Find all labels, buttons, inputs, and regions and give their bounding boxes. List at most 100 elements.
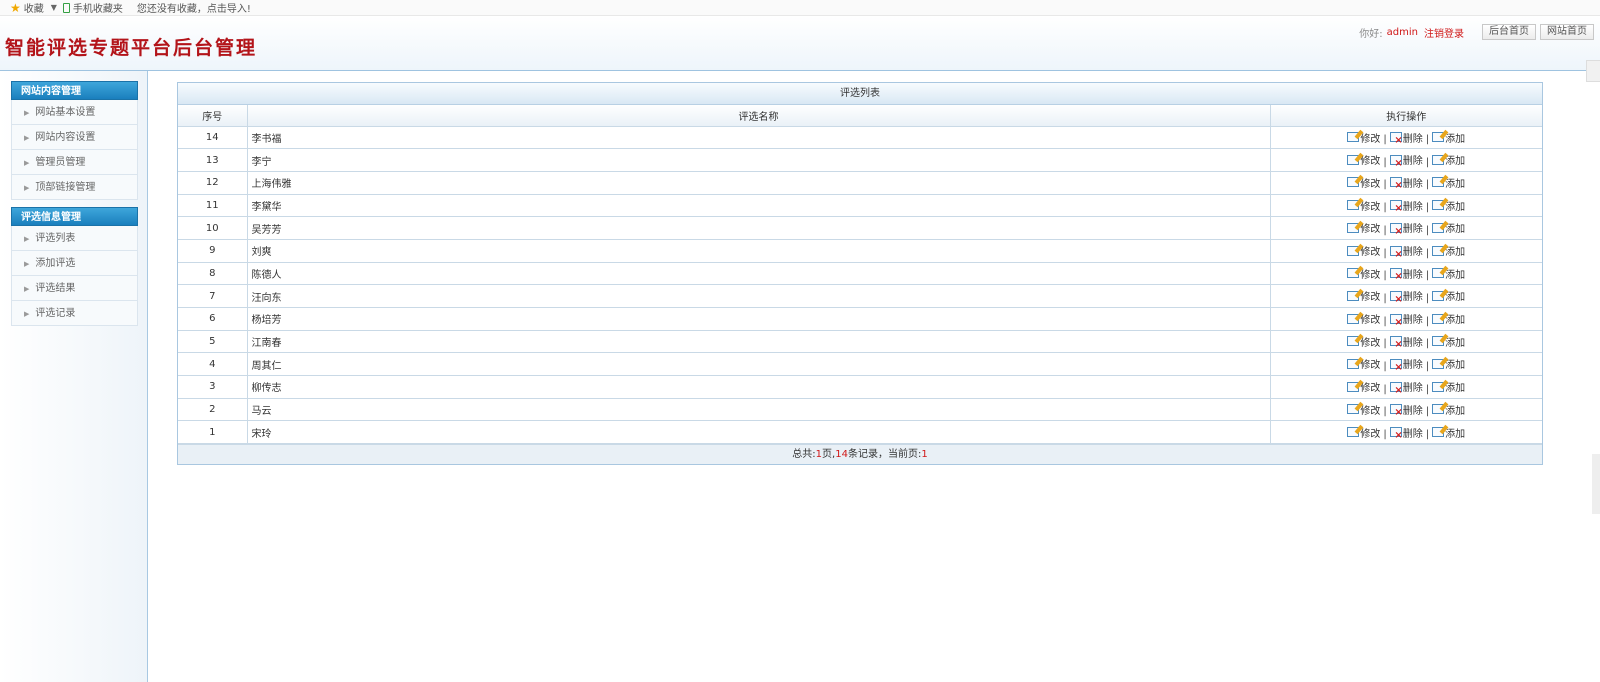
edit-icon xyxy=(1347,222,1360,233)
row-actions: 修改|删除|添加 xyxy=(1270,330,1542,354)
row-actions: 修改|删除|添加 xyxy=(1270,216,1542,240)
scrollbar-stub[interactable] xyxy=(1592,454,1600,514)
separator: | xyxy=(1425,156,1430,168)
add-button[interactable]: 添加 xyxy=(1432,198,1465,213)
scrollbar-stub[interactable] xyxy=(1586,60,1600,82)
add-button[interactable]: 添加 xyxy=(1432,311,1465,326)
add-button[interactable]: 添加 xyxy=(1432,220,1465,235)
edit-button[interactable]: 修改 xyxy=(1347,220,1380,235)
add-icon xyxy=(1432,245,1445,256)
edit-button[interactable]: 修改 xyxy=(1347,152,1380,167)
star-icon[interactable]: ★ xyxy=(10,2,21,14)
edit-button[interactable]: 修改 xyxy=(1347,425,1380,440)
mobile-favorites-link[interactable]: 手机收藏夹 xyxy=(73,0,123,15)
delete-button[interactable]: 删除 xyxy=(1389,334,1423,350)
add-button[interactable]: 添加 xyxy=(1432,379,1465,394)
admin-home-button[interactable]: 后台首页 xyxy=(1482,24,1536,40)
add-button[interactable]: 添加 xyxy=(1432,130,1465,145)
edit-button[interactable]: 修改 xyxy=(1347,175,1380,190)
edit-button[interactable]: 修改 xyxy=(1347,266,1380,281)
delete-button[interactable]: 删除 xyxy=(1389,311,1423,328)
edit-button[interactable]: 修改 xyxy=(1347,198,1380,213)
add-button[interactable]: 添加 xyxy=(1432,402,1465,417)
delete-button[interactable]: 删除 xyxy=(1389,425,1423,441)
delete-button[interactable]: 删除 xyxy=(1389,198,1423,214)
delete-button[interactable]: 删除 xyxy=(1389,152,1423,169)
row-actions: 修改|删除|添加 xyxy=(1270,307,1542,331)
sidebar-item-label: 评选记录 xyxy=(35,308,76,319)
edit-button[interactable]: 修改 xyxy=(1347,311,1380,326)
delete-label: 删除 xyxy=(1402,315,1423,327)
edit-button[interactable]: 修改 xyxy=(1347,288,1380,303)
record-count: 14 xyxy=(835,449,848,461)
sidebar-item-basic-settings[interactable]: ▶ 网站基本设置 xyxy=(11,100,138,125)
add-button[interactable]: 添加 xyxy=(1432,334,1465,349)
edit-button[interactable]: 修改 xyxy=(1347,130,1380,145)
sidebar-item-selection-records[interactable]: ▶ 评选记录 xyxy=(11,301,138,326)
row-actions: 修改|删除|添加 xyxy=(1270,284,1542,308)
sidebar-item-add-selection[interactable]: ▶ 添加评选 xyxy=(11,251,138,276)
delete-label: 删除 xyxy=(1402,201,1423,213)
edit-button[interactable]: 修改 xyxy=(1347,243,1380,258)
site-home-button[interactable]: 网站首页 xyxy=(1540,24,1594,40)
arrow-icon: ▶ xyxy=(24,159,30,167)
delete-button[interactable]: 删除 xyxy=(1389,175,1423,191)
sidebar-item-admin-management[interactable]: ▶ 管理员管理 xyxy=(11,150,138,175)
sidebar-item-selection-list[interactable]: ▶ 评选列表 xyxy=(11,226,138,251)
nav-group-title[interactable]: 网站内容管理 xyxy=(11,81,138,100)
delete-icon xyxy=(1389,290,1403,305)
row-id: 14 xyxy=(178,126,248,150)
add-icon xyxy=(1432,268,1445,279)
edit-button[interactable]: 修改 xyxy=(1347,379,1380,394)
add-button[interactable]: 添加 xyxy=(1432,266,1465,281)
separator: | xyxy=(1383,338,1387,350)
delete-label: 删除 xyxy=(1402,292,1423,304)
add-icon xyxy=(1432,358,1445,369)
delete-button[interactable]: 删除 xyxy=(1389,266,1423,282)
header-user-bar: 你好: admin 注销登录 后台首页 网站首页 xyxy=(1359,24,1594,40)
add-icon xyxy=(1432,313,1445,324)
row-name: 柳传志 xyxy=(247,375,1271,399)
column-header-id: 序号 xyxy=(178,105,248,127)
import-tip[interactable]: 您还没有收藏，点击导入! xyxy=(137,0,251,15)
separator: | xyxy=(1425,270,1430,282)
delete-label: 删除 xyxy=(1402,383,1423,395)
edit-icon xyxy=(1347,132,1360,143)
edit-button[interactable]: 修改 xyxy=(1347,334,1380,349)
edit-icon xyxy=(1347,154,1360,165)
table-row: 4周其仁修改|删除|添加 xyxy=(178,352,1542,377)
separator: | xyxy=(1383,315,1387,327)
total-label: 总共: xyxy=(792,449,816,461)
row-id: 4 xyxy=(178,352,248,377)
add-button[interactable]: 添加 xyxy=(1432,175,1465,190)
delete-button[interactable]: 删除 xyxy=(1389,379,1423,396)
site-title: 智能评选专题平台后台管理 xyxy=(5,37,258,59)
delete-button[interactable]: 删除 xyxy=(1389,402,1423,418)
logout-link[interactable]: 注销登录 xyxy=(1424,25,1464,40)
add-button[interactable]: 添加 xyxy=(1432,425,1465,440)
add-button[interactable]: 添加 xyxy=(1432,243,1465,258)
edit-button[interactable]: 修改 xyxy=(1347,402,1380,417)
separator: | xyxy=(1425,360,1430,372)
delete-button[interactable]: 删除 xyxy=(1389,356,1423,373)
nav-group-selection-info: 评选信息管理 ▶ 评选列表 ▶ 添加评选 ▶ 评选结果 ▶ 评选记录 xyxy=(11,207,138,326)
add-button[interactable]: 添加 xyxy=(1432,356,1465,371)
separator: | xyxy=(1425,202,1430,214)
delete-button[interactable]: 删除 xyxy=(1389,288,1423,305)
delete-button[interactable]: 删除 xyxy=(1389,220,1423,237)
edit-button[interactable]: 修改 xyxy=(1347,356,1380,371)
delete-icon xyxy=(1389,222,1403,237)
nav-group-title[interactable]: 评选信息管理 xyxy=(11,207,138,226)
separator: | xyxy=(1425,383,1430,395)
favorites-link[interactable]: 收藏 xyxy=(24,0,44,15)
add-button[interactable]: 添加 xyxy=(1432,288,1465,303)
sidebar-item-top-links[interactable]: ▶ 顶部链接管理 xyxy=(11,175,138,200)
add-button[interactable]: 添加 xyxy=(1432,152,1465,167)
delete-button[interactable]: 删除 xyxy=(1389,243,1423,260)
separator: | xyxy=(1383,360,1387,372)
sidebar-item-selection-results[interactable]: ▶ 评选结果 xyxy=(11,276,138,301)
chevron-down-icon[interactable]: ▼ xyxy=(51,3,57,12)
arrow-icon: ▶ xyxy=(24,260,30,268)
delete-button[interactable]: 删除 xyxy=(1389,130,1423,146)
sidebar-item-content-settings[interactable]: ▶ 网站内容设置 xyxy=(11,125,138,150)
